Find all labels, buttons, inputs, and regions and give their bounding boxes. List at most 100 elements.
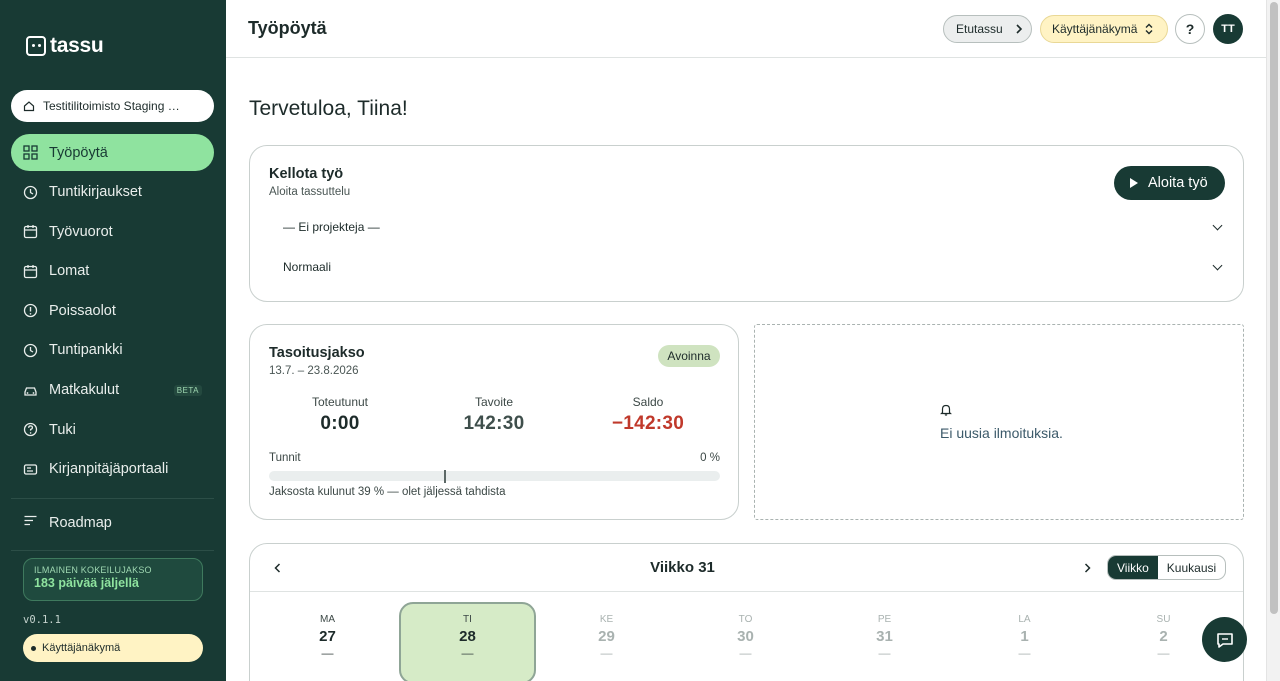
- calendar-icon: [23, 224, 38, 239]
- project-select-value: — Ei projekteja —: [283, 220, 380, 234]
- sidebar-item-tyopoyta[interactable]: Työpöytä: [11, 134, 214, 171]
- hours-percent: 0 %: [700, 452, 720, 464]
- next-week-button[interactable]: [1080, 561, 1094, 575]
- grid-icon: [23, 145, 38, 160]
- day-date: 1: [1020, 628, 1029, 645]
- day-total: —: [739, 646, 752, 660]
- view-toggle: Viikko Kuukausi: [1107, 555, 1227, 580]
- sidebar-item-lomat[interactable]: Lomat: [11, 253, 214, 290]
- day-date: 31: [876, 628, 893, 645]
- elapsed-marker: [443, 470, 446, 483]
- view-month-button[interactable]: Kuukausi: [1158, 556, 1225, 579]
- status-dot-icon: [31, 645, 36, 651]
- sidebar-item-label: Työpöytä: [49, 144, 108, 161]
- notifications-empty-text: Ei uusia ilmoituksia.: [940, 425, 1063, 441]
- sidebar-item-label: Työvuorot: [49, 223, 113, 240]
- sidebar-item-tyovuorot[interactable]: Työvuorot: [11, 213, 214, 250]
- list-icon: [23, 513, 38, 532]
- user-avatar[interactable]: TT: [1213, 14, 1243, 44]
- chat-button[interactable]: [1202, 617, 1247, 662]
- day-cell[interactable]: KE 29 —: [538, 602, 675, 681]
- day-cell[interactable]: PE 31 —: [816, 602, 953, 681]
- sidebar-item-label: Tuntipankki: [49, 342, 123, 359]
- sidebar-item-matkakulut[interactable]: Matkakulut BETA: [11, 372, 214, 409]
- etutassu-label: Etutassu: [956, 22, 1003, 36]
- stat-target: Tavoite 142:30: [419, 395, 569, 435]
- sidebar-item-label: Kirjanpitäjäportaali: [49, 461, 169, 478]
- start-work-label: Aloita työ: [1148, 175, 1208, 191]
- org-selector[interactable]: Testitilitoimisto Staging Oy: [11, 90, 214, 122]
- sidebar-item-tuntikirjaukset[interactable]: Tuntikirjaukset: [11, 174, 214, 211]
- day-cell[interactable]: MA 27 —: [259, 602, 396, 681]
- day-name: MA: [320, 614, 335, 625]
- stat-target-label: Tavoite: [474, 395, 514, 409]
- help-circle-icon: [23, 422, 38, 437]
- project-select[interactable]: — Ei projekteja —: [270, 212, 1225, 242]
- view-week-button[interactable]: Viikko: [1108, 556, 1158, 579]
- notifications-panel: Ei uusia ilmoituksia.: [754, 324, 1244, 520]
- clock-subtitle: Aloita tassuttelu: [269, 186, 351, 198]
- scrollbar-thumb[interactable]: [1270, 2, 1278, 614]
- sidebar-item-tuki[interactable]: Tuki: [11, 411, 214, 448]
- status-badge: Avoinna: [658, 345, 720, 367]
- greeting-heading: Tervetuloa, Tiina!: [249, 97, 408, 120]
- play-icon: [1130, 178, 1138, 188]
- sidebar-item-tuntipankki[interactable]: Tuntipankki: [11, 332, 214, 369]
- trial-banner: ILMAINEN KOKEILUJAKSO 183 päivää jäljell…: [23, 558, 203, 601]
- stat-done-value: 0:00: [320, 413, 360, 434]
- period-range: 13.7. – 23.8.2026: [269, 365, 359, 377]
- beta-badge: BETA: [173, 384, 202, 396]
- page-scrollbar[interactable]: [1266, 0, 1280, 681]
- trial-days: 183 päivää jäljellä: [34, 576, 139, 590]
- day-date: 30: [737, 628, 754, 645]
- week-title: Viikko 31: [650, 559, 715, 576]
- sidebar-item-poissaolot[interactable]: Poissaolot: [11, 292, 214, 329]
- logo[interactable]: tassu: [26, 34, 104, 58]
- day-date: 27: [319, 628, 336, 645]
- hours-progress-bar: [269, 471, 720, 481]
- car-icon: [23, 383, 38, 398]
- clock-card: Kellota työ Aloita tassuttelu Aloita työ…: [249, 145, 1244, 302]
- week-calendar-card: Viikko 31 Viikko Kuukausi MA 27 — TI 28 …: [249, 543, 1244, 681]
- period-title: Tasoitusjakso: [269, 345, 365, 361]
- sidebar-divider: [11, 550, 214, 551]
- day-total: —: [600, 646, 613, 660]
- help-button[interactable]: ?: [1175, 14, 1205, 44]
- day-total: —: [461, 646, 474, 660]
- org-name: Testitilitoimisto Staging Oy: [43, 99, 183, 113]
- day-name: PE: [877, 614, 892, 625]
- view-switch-button[interactable]: Käyttäjänäkymä: [1040, 15, 1168, 43]
- page-title: Työpöytä: [248, 18, 327, 38]
- day-cell-today[interactable]: TI 28 —: [399, 602, 536, 681]
- start-work-button[interactable]: Aloita työ: [1114, 166, 1225, 200]
- week-header: Viikko 31 Viikko Kuukausi: [250, 544, 1243, 592]
- stat-done-label: Toteutunut: [311, 395, 369, 409]
- day-cell[interactable]: LA 1 —: [956, 602, 1093, 681]
- chevron-right-icon: [1084, 563, 1091, 573]
- app-version: v0.1.1: [23, 614, 61, 626]
- chevron-down-icon: [1212, 220, 1223, 230]
- day-name: TO: [738, 614, 753, 625]
- sidebar-item-label: Matkakulut: [49, 382, 120, 399]
- day-cell[interactable]: TO 30 —: [677, 602, 814, 681]
- period-note: Jaksosta kulunut 39 % — olet jäljessä ta…: [269, 486, 506, 498]
- day-total: —: [878, 646, 891, 660]
- view-mode-indicator[interactable]: Käyttäjänäkymä: [23, 634, 203, 662]
- day-total: —: [321, 646, 334, 660]
- day-name: KE: [599, 614, 614, 625]
- sidebar-item-label: Tuki: [49, 421, 76, 438]
- trial-title: ILMAINEN KOKEILUJAKSO: [34, 565, 152, 575]
- sidebar-item-roadmap[interactable]: Roadmap: [11, 504, 214, 541]
- sidebar-nav: Työpöytä Tuntikirjaukset Työvuorot Lomat…: [11, 134, 214, 490]
- day-date: 28: [459, 628, 476, 645]
- work-type-select[interactable]: Normaali: [270, 252, 1225, 282]
- chat-icon: [1216, 632, 1233, 648]
- tassu-logo-icon: [26, 36, 46, 56]
- sidebar-item-kirjanpitajaportaali[interactable]: Kirjanpitäjäportaali: [11, 451, 214, 488]
- sidebar-divider: [11, 498, 214, 499]
- chevron-updown-icon: [1145, 23, 1153, 35]
- etutassu-button[interactable]: Etutassu: [943, 15, 1032, 43]
- chevron-right-icon: [1016, 24, 1022, 34]
- day-date: 29: [598, 628, 615, 645]
- roadmap-label: Roadmap: [49, 514, 112, 531]
